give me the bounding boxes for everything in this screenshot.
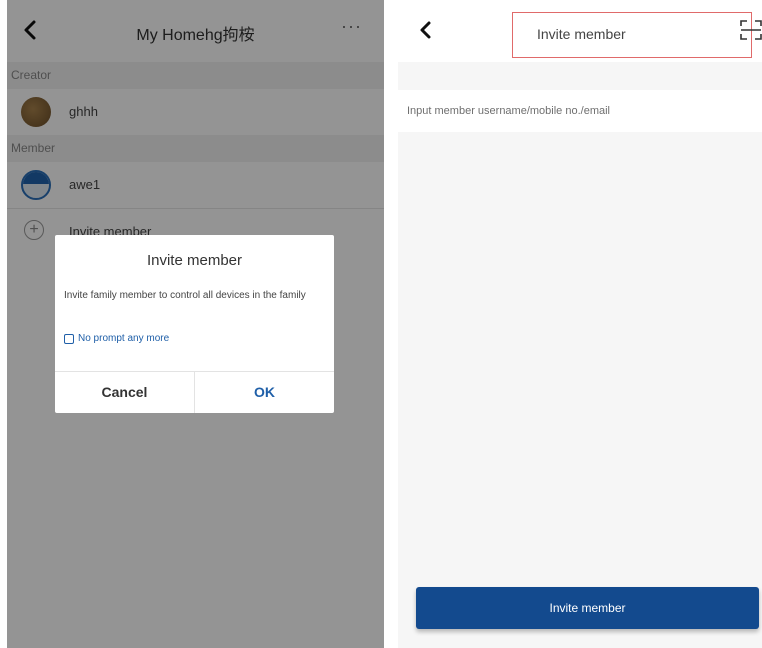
invite-member-button[interactable]: Invite member — [416, 587, 759, 629]
no-prompt-checkbox[interactable]: No prompt any more — [64, 333, 169, 344]
scan-icon[interactable] — [740, 19, 762, 41]
dialog-title: Invite member — [146, 252, 243, 269]
page-title: Invite member — [537, 26, 626, 42]
dialog-message: Invite family member to control all devi… — [64, 290, 306, 301]
invite-member-screen: Invite member Invite member — [398, 0, 762, 648]
cancel-button[interactable]: Cancel — [55, 372, 194, 413]
member-search-field[interactable] — [398, 90, 762, 132]
title-highlight: Invite member — [512, 12, 752, 58]
invite-member-dialog: Invite member Invite family member to co… — [55, 235, 334, 413]
ok-button[interactable]: OK — [195, 372, 334, 413]
checkbox-label[interactable]: No prompt any more — [78, 333, 169, 344]
nav-bar: Invite member — [398, 0, 762, 62]
member-search-input[interactable] — [398, 90, 762, 132]
back-icon[interactable] — [412, 16, 440, 44]
checkbox-icon[interactable] — [64, 333, 74, 344]
family-members-screen: My Homehg拘桉 ··· Creator ghhh Member awe1… — [7, 0, 384, 648]
